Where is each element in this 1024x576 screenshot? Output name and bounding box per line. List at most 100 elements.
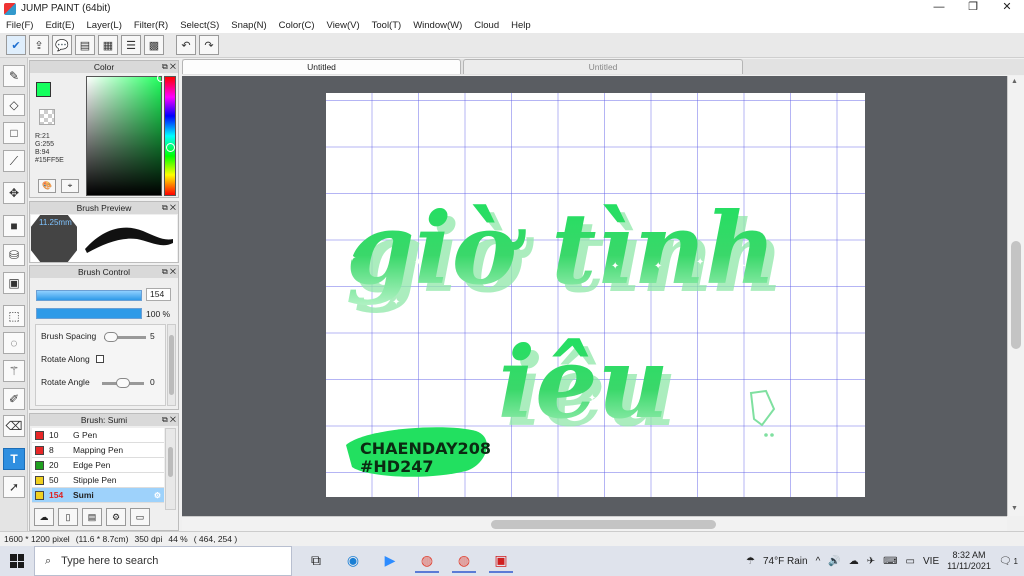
bucket-icon[interactable]: ⛁: [3, 244, 25, 266]
volume-icon[interactable]: 🔊: [828, 556, 840, 567]
brush-control-scrollbar[interactable]: [167, 324, 176, 406]
opacity-bar[interactable]: [36, 308, 142, 319]
lasso-icon[interactable]: ◌: [3, 332, 25, 354]
saturation-value-picker[interactable]: [86, 74, 165, 196]
magic-wand-icon[interactable]: ⚚: [3, 360, 25, 382]
layers-list-icon[interactable]: ☰: [121, 35, 141, 55]
color-picker-icon[interactable]: ⌖: [61, 179, 79, 193]
menu-edit[interactable]: Edit(E): [39, 20, 80, 31]
brush-item-mapping-pen[interactable]: 8 Mapping Pen: [32, 443, 164, 458]
brush-item-g-pen[interactable]: 10 G Pen: [32, 428, 164, 443]
brush-size-input[interactable]: 154: [146, 288, 171, 301]
tab-untitled-inactive[interactable]: Untitled: [463, 59, 743, 74]
brush-item-stipple-pen[interactable]: 50 Stipple Pen: [32, 473, 164, 488]
zoom-app-icon[interactable]: ▶: [378, 549, 402, 573]
fill-rect-icon[interactable]: ■: [3, 215, 25, 237]
panel-close-icon[interactable]: ⧉ ✕: [162, 61, 176, 73]
foreground-color-swatch[interactable]: [36, 82, 51, 97]
close-button[interactable]: ✕: [990, 0, 1024, 17]
language-indicator[interactable]: VIE: [923, 556, 939, 567]
panel-close-icon[interactable]: ⧉ ✕: [162, 414, 176, 426]
menu-help[interactable]: Help: [505, 20, 537, 31]
scroll-down-icon[interactable]: ▼: [1011, 505, 1018, 512]
transparent-color-swatch[interactable]: [39, 109, 55, 125]
operation-icon[interactable]: ➚: [3, 476, 25, 498]
menu-select[interactable]: Select(S): [174, 20, 225, 31]
brush-menu-icon[interactable]: ▤: [82, 508, 102, 526]
rotate-along-checkbox[interactable]: [95, 355, 104, 363]
vertical-scrollbar[interactable]: ▲ ▼: [1007, 76, 1024, 516]
edge-browser-icon[interactable]: ◉: [341, 549, 365, 573]
jump-paint-icon[interactable]: ▣: [489, 549, 513, 573]
taskbar-search[interactable]: ⌕ Type here to search: [34, 546, 292, 576]
scrollbar-thumb[interactable]: [491, 520, 716, 529]
network-icon[interactable]: ✈: [867, 556, 875, 567]
menu-snap[interactable]: Snap(N): [225, 20, 272, 31]
menu-view[interactable]: View(V): [321, 20, 366, 31]
maximize-button[interactable]: ❐: [956, 0, 990, 17]
keyboard-icon[interactable]: ⌨: [883, 556, 897, 567]
brush-size-bar[interactable]: [36, 290, 142, 301]
tab-untitled-active[interactable]: Untitled: [182, 59, 461, 74]
select-pen-icon[interactable]: ✐: [3, 388, 25, 410]
slider-knob[interactable]: [104, 332, 118, 342]
canvas-paper[interactable]: giờ tình giờ tình iêu iêu ✦ ✦ ✦ ✦ ✦ ✦ ✦ …: [326, 93, 865, 497]
display-icon[interactable]: ▭: [906, 556, 915, 567]
chrome-profile-icon[interactable]: ◍: [452, 549, 476, 573]
brush-item-sumi[interactable]: 154 Sumi ⚙: [32, 488, 164, 503]
scrollbar-thumb[interactable]: [168, 447, 173, 477]
hue-marker[interactable]: [166, 143, 175, 152]
tray-chevron-icon[interactable]: ^: [816, 556, 821, 567]
onedrive-icon[interactable]: ☁: [849, 556, 859, 567]
share-icon[interactable]: ⇪: [29, 35, 49, 55]
scroll-up-icon[interactable]: ▲: [1011, 78, 1018, 85]
select-eraser-icon[interactable]: ⌫: [3, 415, 25, 437]
start-button[interactable]: [0, 546, 34, 576]
cloud-download-icon[interactable]: ☁: [34, 508, 54, 526]
eyedropper-icon[interactable]: ⟋: [3, 150, 25, 172]
brush-spacing-slider[interactable]: [104, 332, 146, 342]
comment-icon[interactable]: 💬: [52, 35, 72, 55]
slider-knob[interactable]: [116, 378, 130, 388]
clock[interactable]: 8:32 AM 11/11/2021: [947, 550, 991, 572]
move-icon[interactable]: ✥: [3, 182, 25, 204]
palette-icon[interactable]: 🎨: [38, 179, 56, 193]
gear-icon[interactable]: ⚙: [154, 491, 161, 500]
canvas-area[interactable]: giờ tình giờ tình iêu iêu ✦ ✦ ✦ ✦ ✦ ✦ ✦ …: [182, 76, 1007, 516]
brush-item-edge-pen[interactable]: 20 Edge Pen: [32, 458, 164, 473]
menu-layer[interactable]: Layer(L): [81, 20, 128, 31]
scrollbar-thumb[interactable]: [1011, 241, 1021, 349]
panel-close-icon[interactable]: ⧉ ✕: [162, 266, 176, 278]
scrollbar-thumb[interactable]: [169, 335, 174, 395]
message-icon[interactable]: ▤: [75, 35, 95, 55]
brush-icon[interactable]: ✎: [3, 65, 25, 87]
horizontal-scrollbar[interactable]: [182, 516, 1007, 531]
brush-list-scrollbar[interactable]: [165, 428, 176, 510]
rotate-angle-slider[interactable]: [102, 378, 144, 388]
page-icon[interactable]: ▦: [98, 35, 118, 55]
weather-text[interactable]: 74°F Rain: [763, 556, 808, 567]
task-view-icon[interactable]: ⧉: [304, 549, 328, 573]
menu-color[interactable]: Color(C): [273, 20, 321, 31]
menu-file[interactable]: File(F): [0, 20, 39, 31]
new-brush-icon[interactable]: ▯: [58, 508, 78, 526]
brush-settings-icon[interactable]: ⚙: [106, 508, 126, 526]
menu-cloud[interactable]: Cloud: [468, 20, 505, 31]
marquee-icon[interactable]: ⬚: [3, 305, 25, 327]
undo-icon[interactable]: ↶: [176, 35, 196, 55]
minimize-button[interactable]: —: [922, 0, 956, 17]
hue-slider[interactable]: [164, 76, 176, 196]
panel-close-icon[interactable]: ⧉ ✕: [162, 202, 176, 214]
eraser-icon[interactable]: ◇: [3, 94, 25, 116]
menu-filter[interactable]: Filter(R): [128, 20, 174, 31]
menu-window[interactable]: Window(W): [407, 20, 468, 31]
menu-tool[interactable]: Tool(T): [366, 20, 408, 31]
notification-icon[interactable]: 🗨: [999, 556, 1012, 567]
rect-select-icon[interactable]: □: [3, 122, 25, 144]
gradient-icon[interactable]: ▣: [3, 272, 25, 294]
text-icon[interactable]: T: [3, 448, 25, 470]
check-cloud-icon[interactable]: ✔: [6, 35, 26, 55]
grid-icon[interactable]: ▩: [144, 35, 164, 55]
brush-folder-icon[interactable]: ▭: [130, 508, 150, 526]
chrome-icon[interactable]: ◍: [415, 549, 439, 573]
